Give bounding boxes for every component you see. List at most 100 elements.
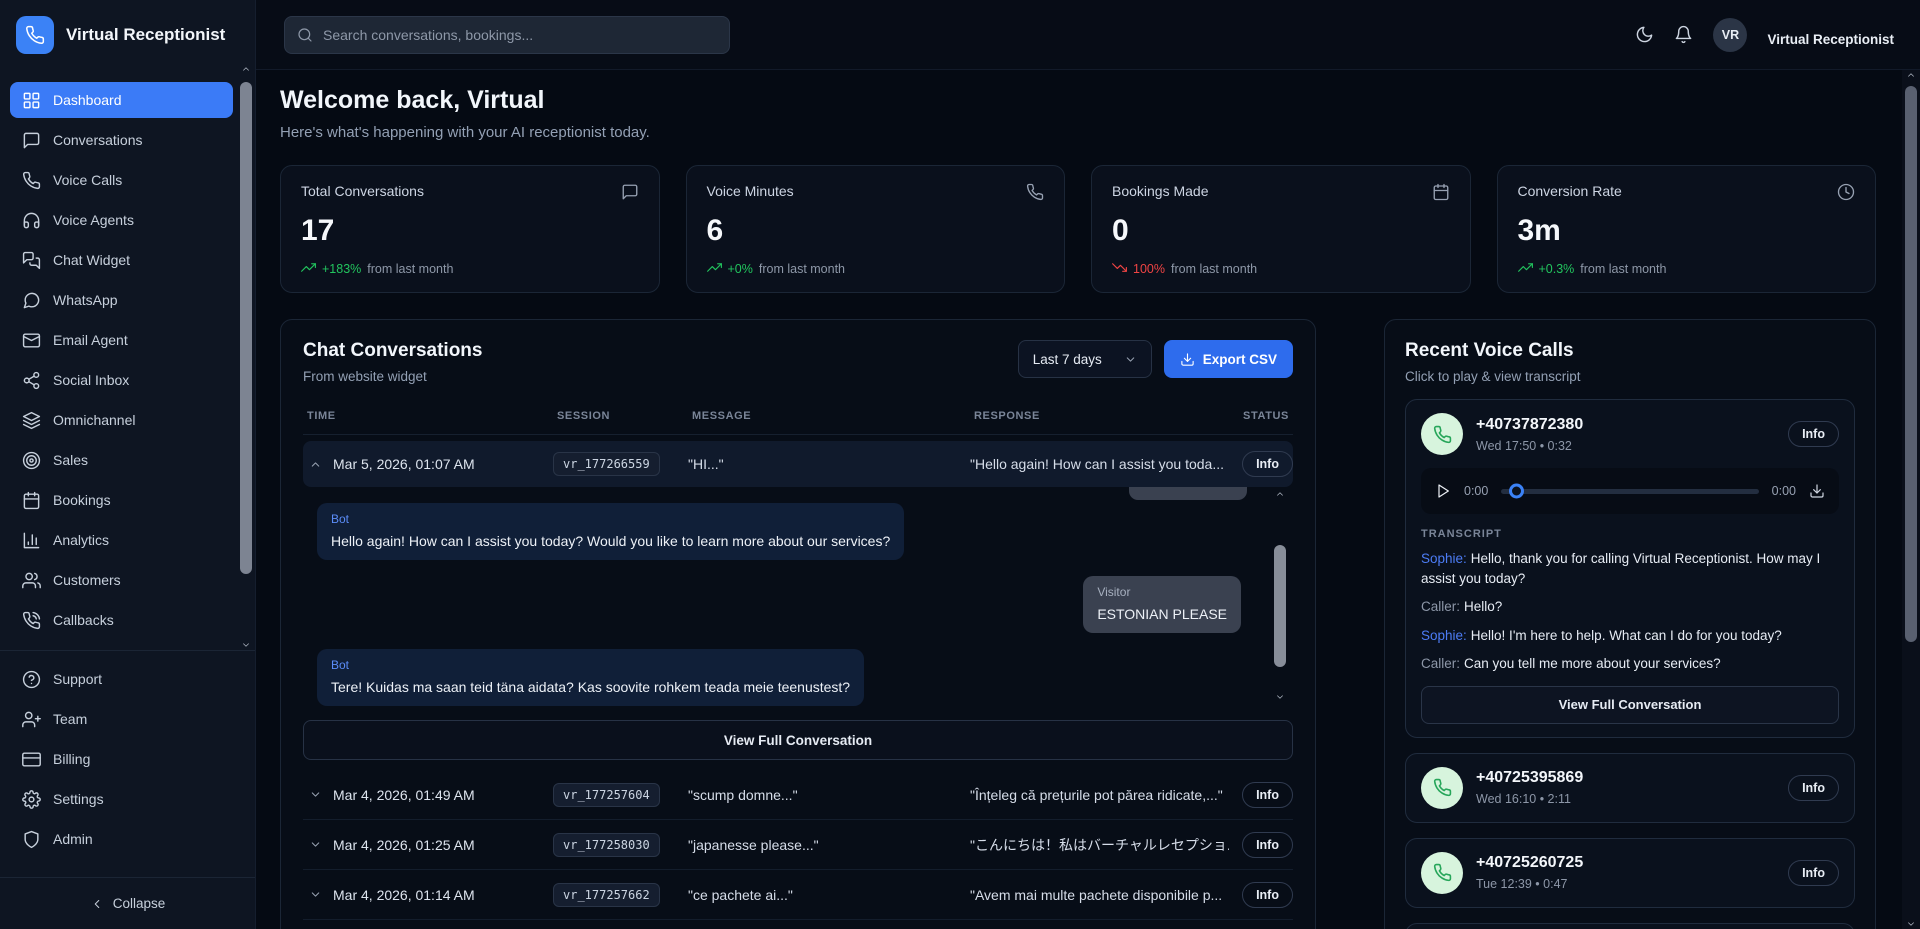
voice-panel-title: Recent Voice Calls [1405,340,1855,362]
play-button[interactable] [1435,483,1451,499]
dark-mode-toggle[interactable] [1635,25,1654,44]
page-subtitle: Here's what's happening with your AI rec… [280,124,1876,141]
info-badge[interactable]: Info [1788,775,1839,801]
sidebar-item-callbacks[interactable]: Callbacks [10,602,233,638]
trending-up-icon [1518,260,1533,278]
sidebar-scrollbar[interactable] [239,64,253,650]
sidebar-item-voice-agents[interactable]: Voice Agents [10,202,233,238]
table-row-partial[interactable] [303,920,1293,929]
sidebar-item-chat-widget[interactable]: Chat Widget [10,242,233,278]
info-badge[interactable]: Info [1242,882,1293,908]
message-square-icon [22,131,41,150]
chat-conversations-panel: Chat Conversations From website widget L… [280,319,1316,929]
message-text: Hello again! How can I assist you today?… [331,533,890,549]
avatar[interactable]: VR [1713,18,1747,52]
voice-call-card-expanded[interactable]: +40737872380 Wed 17:50 • 0:32 Info 0:00 … [1405,399,1855,738]
sidebar-item-email-agent[interactable]: Email Agent [10,322,233,358]
sidebar-item-social-inbox[interactable]: Social Inbox [10,362,233,398]
sidebar-item-label: Customers [53,572,121,588]
sidebar-item-bookings[interactable]: Bookings [10,482,233,518]
scroll-up-icon[interactable] [241,64,251,74]
table-row[interactable]: Mar 4, 2026, 01:49 AM vr_177257604 "scum… [303,770,1293,820]
thread-scrollbar-thumb[interactable] [1274,545,1286,667]
export-csv-button[interactable]: Export CSV [1164,340,1293,378]
scroll-up-icon[interactable] [1275,489,1285,499]
collapse-button[interactable]: Collapse [0,877,255,929]
seek-slider[interactable] [1501,489,1758,494]
sidebar-item-settings[interactable]: Settings [10,781,233,817]
stat-value: 3m [1518,214,1856,248]
partial-visitor-bubble [1129,487,1247,500]
scroll-down-icon[interactable] [1275,692,1285,702]
sidebar-item-whatsapp[interactable]: WhatsApp [10,282,233,318]
page-scrollbar-thumb[interactable] [1905,86,1917,642]
sidebar-scrollbar-thumb[interactable] [240,82,252,574]
message-circle-icon [22,291,41,310]
scroll-down-icon[interactable] [241,640,251,650]
moon-icon [1635,25,1654,44]
table-row[interactable]: Mar 4, 2026, 01:14 AM vr_177257662 "ce p… [303,870,1293,920]
primary-nav: Dashboard Conversations Voice Calls Voic… [0,70,255,642]
sidebar-item-label: Sales [53,452,88,468]
info-badge[interactable]: Info [1242,832,1293,858]
row-response: "こんにちは！私はバーチャルレセプショ... [970,835,1229,855]
date-range-select[interactable]: Last 7 days [1018,340,1152,378]
stat-value: 0 [1112,214,1450,248]
phone-icon [1421,767,1463,809]
sidebar-item-conversations[interactable]: Conversations [10,122,233,158]
voice-call-card-partial[interactable] [1405,923,1855,929]
sidebar-item-team[interactable]: Team [10,701,233,737]
download-recording-button[interactable] [1809,483,1825,499]
info-badge[interactable]: Info [1788,421,1839,447]
sidebar-item-customers[interactable]: Customers [10,562,233,598]
message-square-icon [621,183,639,206]
page-scrollbar[interactable] [1902,70,1920,929]
call-number: +40725260725 [1476,854,1583,872]
credit-card-icon [22,750,41,769]
view-full-conversation-button[interactable]: View Full Conversation [303,720,1293,760]
mail-icon [22,331,41,350]
sidebar-item-sales[interactable]: Sales [10,442,233,478]
info-badge[interactable]: Info [1788,860,1839,886]
sidebar-item-analytics[interactable]: Analytics [10,522,233,558]
view-full-conversation-button[interactable]: View Full Conversation [1421,686,1839,724]
sidebar-item-admin[interactable]: Admin [10,821,233,857]
sidebar-item-voice-calls[interactable]: Voice Calls [10,162,233,198]
seek-slider-knob[interactable] [1509,484,1524,499]
sidebar-item-label: Social Inbox [53,372,129,388]
session-badge: vr_177258030 [553,833,660,857]
sidebar-item-omnichannel[interactable]: Omnichannel [10,402,233,438]
notifications-button[interactable] [1674,25,1693,44]
voice-call-card[interactable]: +40725260725 Tue 12:39 • 0:47 Info [1405,838,1855,908]
sidebar-item-billing[interactable]: Billing [10,741,233,777]
info-badge[interactable]: Info [1242,782,1293,808]
bar-chart-icon [22,531,41,550]
bot-message-bubble: Bot Tere! Kuidas ma saan teid täna aidat… [317,649,864,706]
stat-change-suffix: from last month [1580,262,1666,276]
voice-call-card[interactable]: +40725395869 Wed 16:10 • 2:11 Info [1405,753,1855,823]
download-icon [1809,483,1825,499]
stat-card-total-conversations: Total Conversations 17 +183% from last m… [280,165,660,293]
clock-icon [1837,183,1855,206]
search-box[interactable] [284,16,730,54]
stat-change-suffix: from last month [759,262,845,276]
sidebar-item-dashboard[interactable]: Dashboard [10,82,233,118]
shield-icon [22,830,41,849]
row-message: "ce pachete ai..." [688,887,970,903]
search-icon [297,27,313,43]
sidebar-item-label: Email Agent [53,332,128,348]
user-name: Virtual Receptionist [1767,32,1894,47]
info-badge[interactable]: Info [1242,451,1293,477]
bell-icon [1674,25,1693,44]
table-row-expanded[interactable]: Mar 5, 2026, 01:07 AM vr_177266559 "HI..… [303,441,1293,487]
session-badge: vr_177257662 [553,883,660,907]
table-row[interactable]: Mar 4, 2026, 01:25 AM vr_177258030 "japa… [303,820,1293,870]
scroll-down-icon[interactable] [1906,919,1916,929]
thread-scrollbar[interactable] [1273,489,1287,702]
scroll-up-icon[interactable] [1906,70,1916,80]
sidebar-item-support[interactable]: Support [10,661,233,697]
bot-message-bubble: Bot Hello again! How can I assist you to… [317,503,904,560]
row-time: Mar 4, 2026, 01:14 AM [333,887,475,903]
search-input[interactable] [323,27,717,43]
stat-label: Voice Minutes [707,183,794,199]
